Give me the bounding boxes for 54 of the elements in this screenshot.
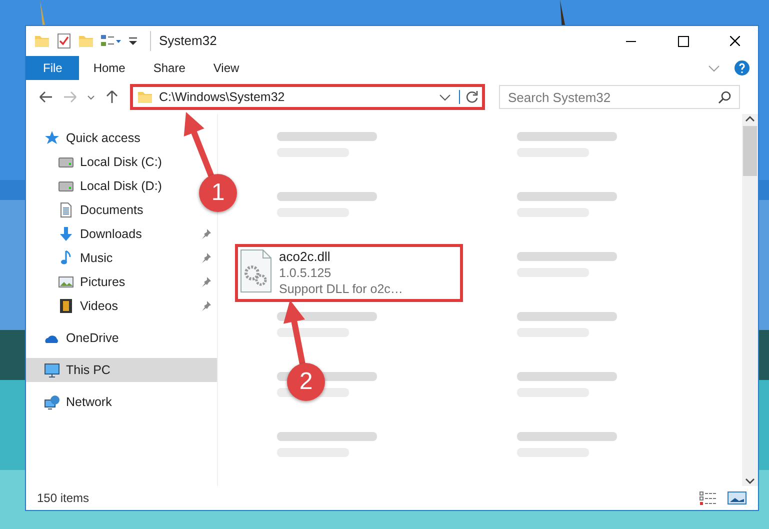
maximize-icon[interactable] [678,36,688,46]
large-icons-view-icon[interactable] [727,490,747,506]
file-item[interactable]: aco2c.dll 1.0.5.125 Support DLL for o2c… [235,244,463,302]
scroll-down-icon[interactable] [744,476,756,486]
document-icon [58,202,74,218]
nav-item[interactable]: Local Disk (D:) [26,174,168,198]
file-tab[interactable]: File [26,56,80,80]
pin-icon [201,301,211,311]
up-icon[interactable] [105,90,119,104]
search-field[interactable]: Search System32 [499,85,740,109]
network-icon [44,394,60,410]
nav-item[interactable]: Videos [26,294,217,318]
nav-item[interactable]: Quick access [26,126,146,150]
download-icon [58,226,74,242]
scrollbar-thumb[interactable] [743,126,757,176]
help-icon[interactable] [734,60,750,76]
file-detail: 1.0.5.125 [279,265,332,281]
nav-item[interactable]: This PC [26,358,217,382]
monitor-icon [44,362,60,378]
film-icon [58,298,74,314]
window-title: System32 [150,31,217,51]
refresh-icon[interactable] [465,90,479,104]
dropdown-icon[interactable] [439,94,451,100]
nav-item[interactable]: Local Disk (C:) [26,150,168,174]
recent-locations-icon[interactable] [87,94,95,100]
scroll-up-icon[interactable] [744,114,756,124]
back-icon[interactable] [39,90,53,104]
file-name: aco2c.dll [279,249,332,265]
close-icon[interactable] [730,36,740,46]
file-detail: Support DLL for o2c… [279,281,403,297]
file-gears-icon [239,249,273,293]
item-count: 150 items [37,490,90,507]
ribbon-tab[interactable]: View [199,56,254,80]
scrollbar[interactable] [742,114,758,486]
view-options-icon[interactable] [100,33,122,49]
properties-icon[interactable] [56,33,72,49]
ribbon-tab[interactable]: Share [139,56,200,80]
nav-item[interactable]: OneDrive [26,326,125,350]
star-icon [44,130,60,146]
blurred-text [277,328,349,337]
nav-item[interactable]: Documents [26,198,150,222]
address-bar[interactable]: C:\Windows\System32 [130,84,485,110]
ribbon-tab[interactable]: Home [79,56,140,80]
pin-icon [201,229,211,239]
nav-item[interactable]: Network [26,390,118,414]
pin-icon [201,253,211,263]
expand-ribbon-icon[interactable] [708,64,720,72]
details-view-icon[interactable] [699,490,717,506]
nav-item[interactable]: Music [26,246,217,270]
pin-icon [201,277,211,287]
nav-item[interactable]: Pictures [26,270,217,294]
folder-icon [137,89,153,105]
nav-item[interactable]: Downloads [26,222,217,246]
pictures-icon [58,274,74,290]
